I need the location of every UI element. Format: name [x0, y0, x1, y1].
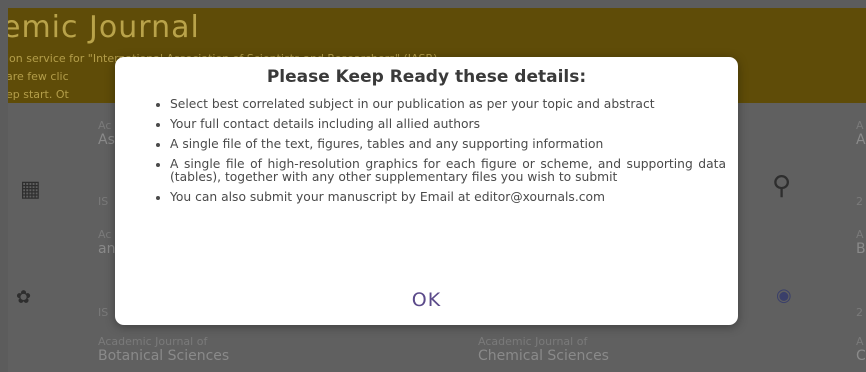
- journal-card-2[interactable]: Ac an: [98, 228, 115, 257]
- journal-card-right-1-issn: 2: [856, 195, 863, 208]
- card-small-label: Academic Journal of: [478, 335, 588, 348]
- journal-card-botanical[interactable]: Academic Journal of Botanical Sciences: [98, 335, 229, 364]
- card-small-label: A: [856, 119, 864, 132]
- card-title: Chemical Sciences: [478, 348, 609, 364]
- card-small-label: Ac: [98, 119, 112, 132]
- journal-card-2-issn: IS: [98, 306, 109, 319]
- card-title: A: [856, 132, 866, 148]
- hero-title: emic Journal: [8, 10, 200, 45]
- card-small-label: A: [856, 228, 864, 241]
- details-list-item: A single file of high-resolution graphic…: [170, 158, 726, 184]
- plant-icon: ✿: [16, 287, 32, 308]
- journal-card-right-2-issn: 2: [856, 306, 863, 319]
- card-small-label: A: [856, 335, 864, 348]
- journal-card-chemical[interactable]: Academic Journal of Chemical Sciences: [478, 335, 609, 364]
- card-small-label: Academic Journal of: [98, 335, 208, 348]
- details-list: Select best correlated subject in our pu…: [146, 98, 726, 211]
- details-list-item: A single file of the text, figures, tabl…: [170, 138, 726, 151]
- hero-line-2: are few clic: [8, 70, 69, 83]
- card-title: B: [856, 241, 866, 257]
- calculator-icon: ▦: [20, 177, 41, 202]
- journal-card-right-3[interactable]: A C: [856, 335, 866, 364]
- card-small-label: Ac: [98, 228, 112, 241]
- hero-line-3: ep start. Ot: [8, 88, 69, 101]
- details-list-item: Select best correlated subject in our pu…: [170, 98, 726, 111]
- card-title: Botanical Sciences: [98, 348, 230, 364]
- journal-card-right-2[interactable]: A B: [856, 228, 866, 257]
- details-list-item: Your full contact details including all …: [170, 118, 726, 131]
- card-title: C: [856, 348, 866, 364]
- details-modal: Please Keep Ready these details: Select …: [115, 57, 738, 325]
- journal-card-1-issn: IS: [98, 195, 109, 208]
- dna-figure-icon: ⚲: [772, 171, 792, 201]
- journal-card-1[interactable]: Ac As: [98, 119, 115, 148]
- modal-title: Please Keep Ready these details:: [266, 67, 587, 87]
- flask-icon: ◉: [776, 285, 792, 306]
- details-list-item: You can also submit your manuscript by E…: [170, 191, 726, 204]
- ok-button[interactable]: OK: [385, 287, 468, 313]
- card-title: As: [98, 132, 115, 148]
- journal-card-right-1[interactable]: A A: [856, 119, 866, 148]
- card-title: an: [98, 241, 116, 257]
